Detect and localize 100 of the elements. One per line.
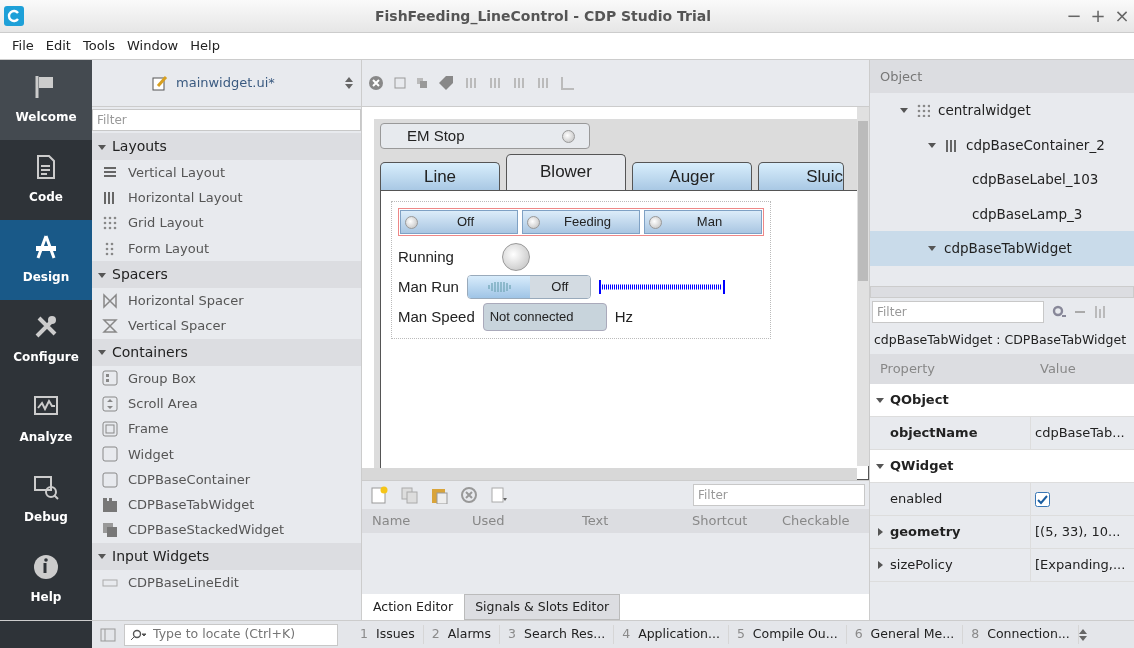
new-document-icon[interactable] — [370, 486, 388, 504]
widget-icon — [102, 471, 118, 488]
expand-arrow-icon[interactable] — [876, 561, 884, 569]
document-menu-icon[interactable] — [490, 486, 508, 504]
category-header[interactable]: Layouts — [112, 136, 167, 157]
vertical-scrollbar[interactable] — [857, 107, 869, 466]
widget-item[interactable]: Form Layout — [128, 238, 210, 259]
tab[interactable]: Signals & Slots Editor — [464, 594, 621, 620]
mode-button[interactable]: Welcome — [0, 60, 92, 140]
output-pane-button[interactable]: 1 Issues — [352, 625, 424, 644]
widget-item[interactable]: CDPBaseStackedWidget — [128, 520, 285, 540]
collapse-arrow-icon[interactable] — [900, 106, 908, 115]
widget-item[interactable]: Grid Layout — [128, 213, 204, 233]
widget-item[interactable]: Group Box — [128, 368, 196, 389]
tree-item[interactable]: cdpBaseLamp_3 — [870, 196, 1134, 231]
widget-item[interactable]: Horizontal Spacer — [128, 291, 244, 311]
widget-item[interactable]: Scroll Area — [128, 393, 198, 414]
collapse-arrow-icon[interactable] — [98, 348, 106, 357]
copy-icon[interactable] — [400, 486, 418, 504]
widget-item[interactable]: CDPBaseContainer — [128, 469, 251, 490]
widget-item[interactable]: Widget — [128, 444, 174, 465]
locate-field[interactable]: Type to locate (Ctrl+K) — [124, 623, 338, 646]
property-group[interactable]: QObject — [890, 390, 949, 410]
close-button[interactable]: × — [1110, 7, 1134, 25]
menu-item[interactable]: Edit — [39, 36, 77, 56]
output-pane-button[interactable]: 3 Search Res... — [500, 625, 615, 644]
delete-icon[interactable] — [460, 486, 478, 504]
tab[interactable]: Blower — [506, 154, 626, 190]
mode-button[interactable]: Code — [0, 140, 92, 220]
mode-button[interactable]: Design — [0, 220, 92, 300]
tab-widget-icon — [102, 496, 118, 513]
collapse-arrow-icon[interactable] — [98, 270, 106, 279]
mode-button[interactable]: Off — [400, 210, 518, 234]
collapse-arrow-icon[interactable] — [98, 142, 106, 151]
em-stop-button[interactable]: EM Stop — [380, 123, 590, 149]
collapse-arrow-icon[interactable] — [98, 552, 106, 561]
menu-item[interactable]: Tools — [76, 36, 121, 56]
file-selector[interactable]: mainwidget.ui* — [92, 60, 361, 107]
sort-icon[interactable] — [1094, 305, 1106, 319]
property-value[interactable]: [(5, 33), 10... — [1035, 522, 1121, 542]
horizontal-scrollbar[interactable] — [362, 468, 857, 480]
output-pane-button[interactable]: 5 Compile Ou... — [728, 625, 847, 644]
category-header[interactable]: Spacers — [112, 264, 168, 286]
up-down-arrows-icon[interactable] — [1078, 628, 1087, 641]
property-value[interactable]: cdpBaseTab... — [1035, 423, 1125, 443]
minimize-button[interactable]: − — [1062, 7, 1086, 25]
filter-field[interactable]: Filter — [693, 484, 865, 506]
output-pane-button[interactable]: 8 Connection... — [963, 625, 1079, 644]
property-name: enabled — [890, 490, 943, 509]
widget-mode-icon[interactable] — [394, 77, 406, 89]
output-pane-button[interactable]: 4 Application... — [614, 625, 729, 644]
tab[interactable]: Auger — [632, 162, 752, 190]
horizontal-layout-icon[interactable] — [464, 76, 478, 90]
paste-icon[interactable] — [430, 486, 448, 504]
up-down-arrows-icon[interactable] — [345, 77, 353, 89]
property-group[interactable]: QWidget — [890, 456, 954, 476]
mode-button[interactable]: Help — [0, 540, 92, 620]
widget-item[interactable]: CDPBaseTabWidget — [128, 495, 255, 515]
maximize-button[interactable]: + — [1086, 7, 1110, 25]
tree-item[interactable]: cdpBaseTabWidget — [870, 231, 1134, 266]
property-value[interactable]: [Expanding,... — [1035, 555, 1126, 575]
output-pane-button[interactable]: 6 General Me... — [846, 625, 964, 644]
property-name: objectName — [890, 424, 978, 443]
frame-icon — [102, 421, 118, 437]
checked-checkbox[interactable] — [1035, 491, 1050, 507]
mode-button[interactable]: Debug — [0, 460, 92, 540]
widget-item[interactable]: Vertical Layout — [128, 162, 225, 183]
tab[interactable]: Line — [380, 162, 500, 190]
widget-item[interactable]: Frame — [128, 419, 169, 439]
menu-item[interactable]: Window — [121, 36, 185, 56]
tree-item[interactable]: cdpBaseLabel_103 — [870, 162, 1134, 197]
output-pane-button[interactable]: 2 Alarms — [423, 625, 501, 644]
signals-mode-icon[interactable] — [416, 77, 428, 89]
expand-arrow-icon[interactable] — [876, 528, 884, 536]
grip-icon — [485, 281, 512, 293]
menu-item[interactable]: Help — [184, 36, 226, 56]
mode-button[interactable]: Configure — [0, 300, 92, 380]
filter-field[interactable]: Filter — [872, 301, 1044, 323]
tree-item[interactable]: centralwidget — [870, 93, 1134, 128]
widget-item[interactable]: Vertical Spacer — [128, 316, 226, 336]
sidebar-toggle-icon[interactable] — [100, 627, 116, 642]
menu-item[interactable]: File — [6, 36, 40, 56]
mode-button[interactable]: Man — [644, 210, 762, 234]
horizontal-scrollbar[interactable] — [870, 286, 1134, 298]
collapse-arrow-icon[interactable] — [876, 396, 884, 404]
mode-button[interactable]: Feeding — [522, 210, 640, 234]
collapse-arrow-icon[interactable] — [928, 140, 936, 149]
filter-field[interactable]: Filter — [92, 109, 361, 131]
collapse-arrow-icon[interactable] — [876, 462, 884, 470]
widget-item[interactable]: Horizontal Layout — [128, 188, 243, 208]
toggle-switch[interactable]: Off — [466, 275, 591, 299]
tree-item[interactable]: cdpBaseContainer_2 — [870, 127, 1134, 162]
mode-button[interactable]: Analyze — [0, 380, 92, 460]
widget-item[interactable]: CDPBaseLineEdit — [128, 572, 239, 593]
break-layout-icon[interactable] — [368, 75, 384, 91]
adjust-size-icon[interactable] — [560, 76, 576, 90]
collapse-arrow-icon[interactable] — [928, 244, 936, 253]
tab[interactable]: Sluic — [758, 162, 844, 190]
add-property-icon[interactable] — [1052, 305, 1066, 319]
tag-icon[interactable] — [438, 75, 454, 91]
